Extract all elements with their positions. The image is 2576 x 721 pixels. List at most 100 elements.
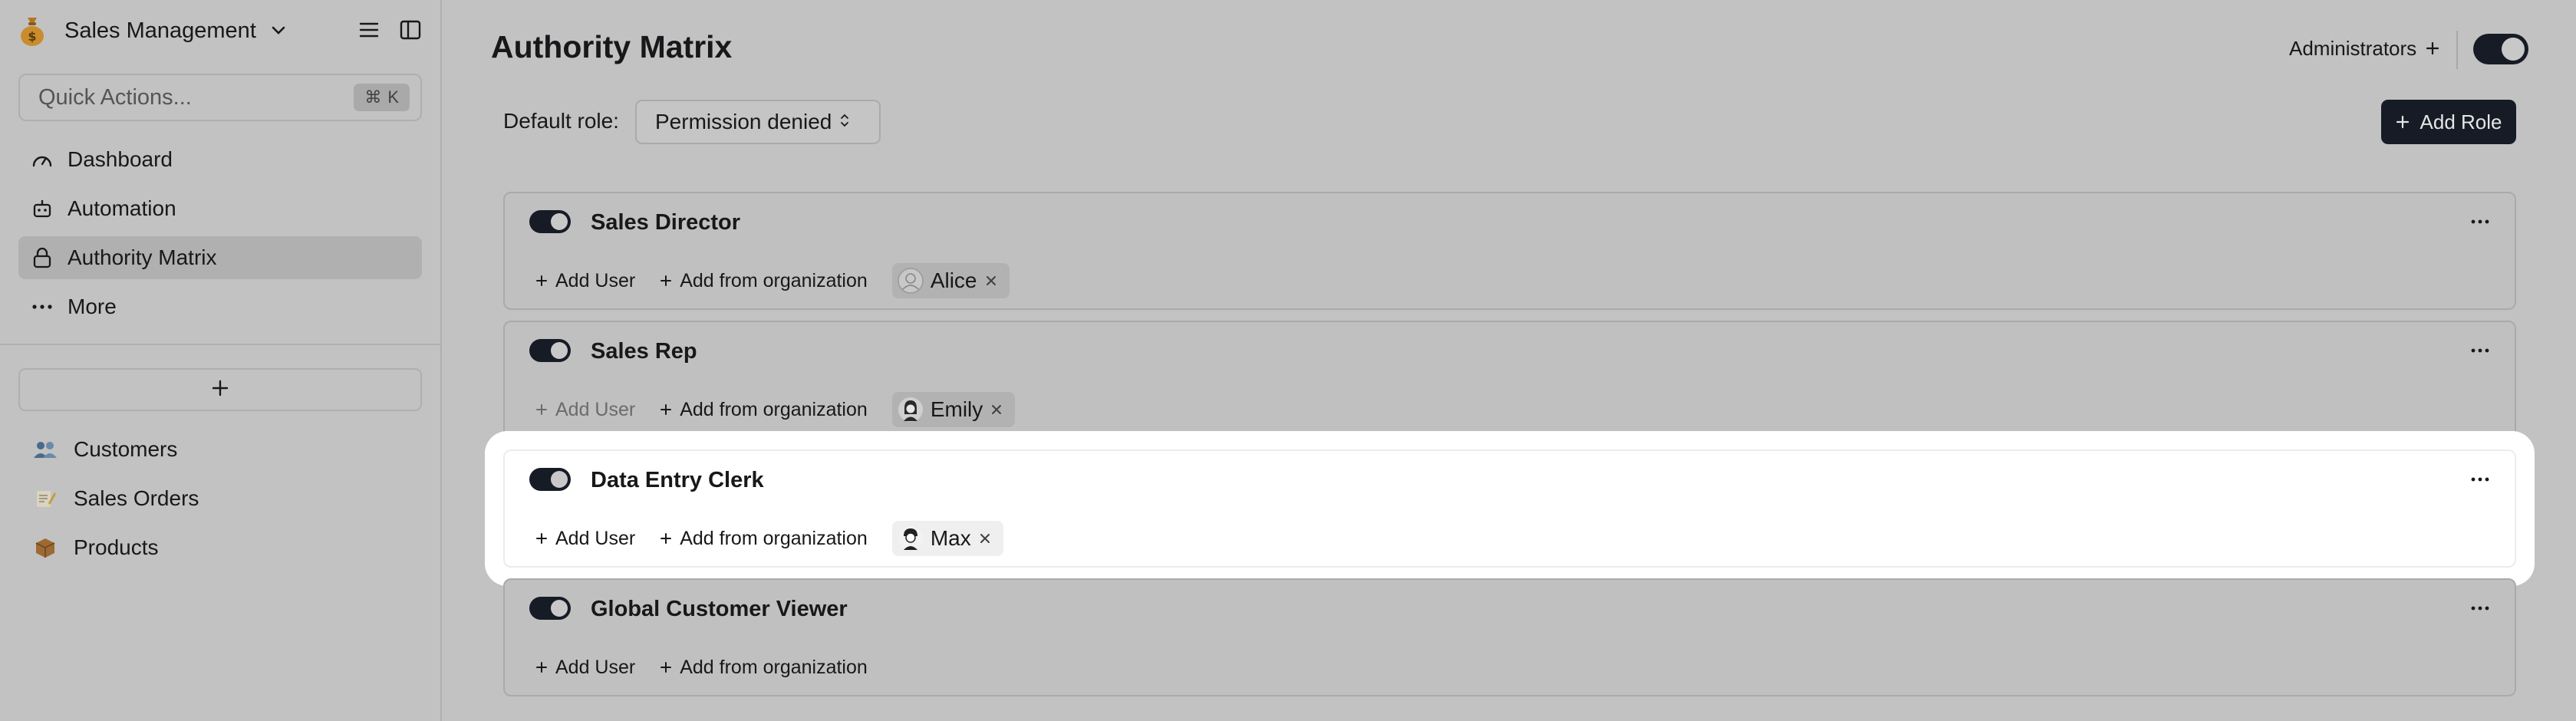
role-card-data-entry-clerk: Data Entry Clerk Add User Add from organ…: [503, 449, 2516, 568]
plus-icon: [660, 533, 672, 544]
shortcut-badge: ⌘ K: [354, 84, 410, 111]
user-name: Max: [930, 526, 971, 550]
workspace-name: Sales Management: [64, 18, 256, 43]
role-enabled-toggle[interactable]: [529, 468, 571, 491]
add-user-button[interactable]: Add User: [535, 657, 635, 679]
role-card-sales-rep: Sales Rep Add User Add from organization…: [503, 321, 2516, 439]
add-from-organization-button[interactable]: Add from organization: [660, 399, 868, 421]
add-user-label: Add User: [555, 269, 636, 291]
chevron-down-icon: [268, 21, 288, 41]
add-from-organization-label: Add from organization: [680, 656, 868, 678]
add-role-label: Add Role: [2420, 110, 2502, 133]
add-from-organization-button[interactable]: Add from organization: [660, 657, 868, 679]
role-actions: Add User Add from organization Alice: [535, 263, 1010, 298]
user-name: Emily: [930, 397, 983, 421]
remove-user-icon[interactable]: [977, 531, 993, 546]
plus-icon: [660, 404, 672, 415]
collection-label: Sales Orders: [74, 486, 199, 510]
svg-text:$: $: [28, 29, 36, 44]
gauge-icon: [31, 148, 54, 171]
role-name: Global Customer Viewer: [591, 597, 848, 621]
collection-item-products[interactable]: Products: [18, 526, 422, 569]
quick-actions-search[interactable]: Quick Actions... ⌘ K: [18, 74, 422, 121]
money-bag-icon: $: [17, 14, 48, 48]
add-user-button[interactable]: Add User: [535, 399, 635, 421]
role-card-global-customer-viewer: Global Customer Viewer Add User Add from…: [503, 578, 2516, 696]
sidebar-divider: [0, 344, 442, 345]
collection-label: Products: [74, 535, 159, 559]
default-role-value: Permission denied: [655, 110, 832, 133]
workspace-switcher[interactable]: $ Sales Management: [17, 12, 431, 49]
plus-icon: [660, 662, 672, 673]
lock-icon: [31, 246, 54, 269]
ellipsis-icon: [31, 295, 54, 318]
role-actions: Add User Add from organization Max: [535, 521, 1003, 556]
add-user-label: Add User: [555, 398, 636, 420]
people-icon: [32, 438, 58, 461]
role-name: Sales Director: [591, 210, 741, 235]
add-user-button[interactable]: Add User: [535, 528, 635, 550]
remove-user-icon[interactable]: [989, 402, 1004, 417]
more-options-icon[interactable]: [2469, 597, 2492, 620]
role-actions: Add User Add from organization: [535, 650, 892, 684]
user-chip: Alice: [891, 263, 1010, 298]
avatar: [897, 525, 924, 552]
plus-icon: [536, 404, 547, 415]
nav-item-label: More: [68, 295, 117, 318]
header-divider: [2456, 31, 2458, 69]
plus-icon: [536, 662, 547, 673]
nav-item-dashboard[interactable]: Dashboard: [18, 138, 422, 181]
list-icon[interactable]: [356, 17, 382, 43]
more-options-icon[interactable]: [2469, 468, 2492, 491]
plus-icon: [536, 533, 547, 544]
collection-item-customers[interactable]: Customers: [18, 428, 422, 471]
quick-actions-placeholder: Quick Actions...: [38, 84, 192, 110]
role-name: Sales Rep: [591, 339, 697, 364]
add-user-label: Add User: [555, 656, 636, 678]
user-name: Alice: [930, 268, 977, 292]
add-from-organization-label: Add from organization: [680, 527, 868, 549]
nav-item-automation[interactable]: Automation: [18, 187, 422, 230]
nav-item-label: Automation: [68, 196, 176, 220]
plus-icon: [2426, 37, 2439, 61]
plus-icon: [536, 275, 547, 286]
add-from-organization-button[interactable]: Add from organization: [660, 270, 868, 292]
add-user-button[interactable]: Add User: [535, 270, 635, 292]
collection-item-sales-orders[interactable]: Sales Orders: [18, 477, 422, 520]
more-options-icon[interactable]: [2469, 339, 2492, 362]
add-collection-button[interactable]: [18, 368, 422, 411]
avatar: [897, 267, 924, 295]
collection-label: Customers: [74, 437, 178, 461]
nav-item-label: Dashboard: [68, 147, 173, 171]
add-role-button[interactable]: Add Role: [2381, 100, 2516, 144]
role-actions: Add User Add from organization Emily: [535, 392, 1016, 427]
nav-item-more[interactable]: More: [18, 285, 422, 328]
role-enabled-toggle[interactable]: [529, 210, 571, 233]
package-icon: [32, 536, 58, 559]
memo-icon: [32, 487, 58, 510]
robot-icon: [31, 197, 54, 220]
add-from-organization-button[interactable]: Add from organization: [660, 528, 868, 550]
page-title: Authority Matrix: [491, 29, 733, 64]
sidebar: $ Sales Management Quick Actions... ⌘ K …: [0, 0, 442, 721]
matrix-enabled-toggle[interactable]: [2473, 34, 2528, 64]
plus-icon: [660, 275, 672, 286]
role-enabled-toggle[interactable]: [529, 339, 571, 362]
remove-user-icon[interactable]: [983, 273, 999, 288]
user-chip: Max: [891, 521, 1003, 556]
default-role-select[interactable]: Permission denied: [635, 100, 881, 144]
add-from-organization-label: Add from organization: [680, 398, 868, 420]
nav-item-label: Authority Matrix: [68, 245, 217, 269]
user-chip: Emily: [891, 392, 1016, 427]
nav-item-authority-matrix[interactable]: Authority Matrix: [18, 236, 422, 279]
chevron-up-down-icon: [839, 110, 850, 134]
role-card-sales-director: Sales Director Add User Add from organiz…: [503, 192, 2516, 310]
more-options-icon[interactable]: [2469, 210, 2492, 233]
sidebar-toggle-icon[interactable]: [397, 17, 423, 43]
plus-icon: [211, 379, 229, 401]
administrators-button[interactable]: Administrators: [2289, 37, 2439, 61]
add-from-organization-label: Add from organization: [680, 269, 868, 291]
add-user-label: Add User: [555, 527, 636, 549]
command-key: ⌘: [364, 87, 382, 107]
role-enabled-toggle[interactable]: [529, 597, 571, 620]
